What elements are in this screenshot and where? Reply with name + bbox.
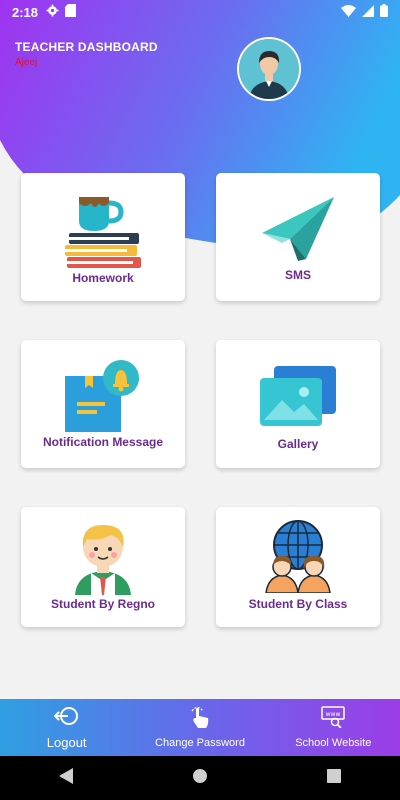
homework-label: Homework xyxy=(72,271,134,285)
homework-tile[interactable]: Homework xyxy=(21,173,185,301)
www-search-icon: www xyxy=(321,706,346,733)
teacher-name: Ajeej xyxy=(15,57,38,68)
gallery-label: Gallery xyxy=(277,437,319,451)
back-icon[interactable] xyxy=(59,767,74,789)
notification-message-label: Notification Message xyxy=(42,435,164,449)
school-website-button[interactable]: www School Website xyxy=(267,699,400,756)
student-by-class-label: Student By Class xyxy=(248,597,348,611)
bottom-navigation: Logout Change Password www School Websit… xyxy=(0,699,400,756)
logout-label: Logout xyxy=(46,734,87,750)
recents-icon[interactable] xyxy=(326,768,341,788)
change-password-label: Change Password xyxy=(155,737,245,749)
svg-text:www: www xyxy=(326,711,341,718)
gallery-tile[interactable]: Gallery xyxy=(216,340,380,468)
wifi-icon xyxy=(341,4,356,20)
battery-icon xyxy=(380,4,388,20)
logout-icon xyxy=(53,706,80,731)
change-password-button[interactable]: Change Password xyxy=(133,699,266,756)
student-avatar-icon xyxy=(71,519,135,600)
paper-plane-icon xyxy=(260,195,336,266)
page-title: TEACHER DASHBOARD xyxy=(15,40,158,54)
notification-message-tile[interactable]: Notification Message xyxy=(21,340,185,468)
system-navigation-bar xyxy=(0,756,400,800)
school-website-label: School Website xyxy=(295,737,372,749)
sms-tile[interactable]: SMS xyxy=(216,173,380,301)
signal-icon xyxy=(362,4,374,20)
tap-hand-icon xyxy=(190,706,210,733)
gallery-images-icon xyxy=(258,364,338,435)
user-avatar-icon xyxy=(239,39,299,99)
logout-button[interactable]: Logout xyxy=(0,699,133,756)
sms-label: SMS xyxy=(284,268,311,282)
status-bar: 2:18 xyxy=(0,0,400,24)
status-time: 2:18 xyxy=(12,4,39,20)
home-icon[interactable] xyxy=(192,768,208,789)
homework-books-cup-icon xyxy=(63,191,143,276)
settings-gear-icon xyxy=(46,4,59,20)
avatar[interactable] xyxy=(237,37,301,101)
student-by-class-tile[interactable]: Student By Class xyxy=(216,507,380,627)
student-by-regno-label: Student By Regno xyxy=(51,597,155,611)
students-globe-icon xyxy=(264,519,332,598)
student-by-regno-tile[interactable]: Student By Regno xyxy=(21,507,185,627)
sd-card-icon xyxy=(65,4,77,20)
notification-bell-icon xyxy=(63,358,143,439)
